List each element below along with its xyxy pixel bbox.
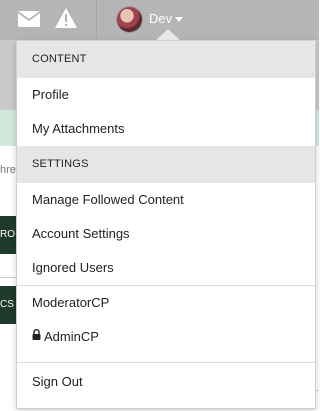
user-dropdown-menu: CONTENT Profile My Attachments SETTINGS … <box>16 40 316 409</box>
menu-item-account-settings[interactable]: Account Settings <box>17 217 315 251</box>
section-header-settings: SETTINGS <box>17 146 315 183</box>
envelope-icon[interactable] <box>17 11 41 32</box>
chevron-down-icon[interactable] <box>175 17 183 22</box>
menu-item-admincp[interactable]: AdminCP <box>17 320 315 354</box>
menu-item-moderatorcp[interactable]: ModeratorCP <box>17 286 315 320</box>
menu-item-profile[interactable]: Profile <box>17 78 315 112</box>
avatar[interactable] <box>117 7 142 32</box>
menu-item-manage-followed-content[interactable]: Manage Followed Content <box>17 183 315 217</box>
menu-item-sign-out[interactable]: Sign Out <box>17 365 315 399</box>
username[interactable]: Dev <box>149 11 172 26</box>
section-header-content: CONTENT <box>17 41 315 78</box>
topbar-divider <box>96 0 97 40</box>
warning-icon[interactable] <box>55 8 77 33</box>
menu-divider <box>17 362 315 363</box>
menu-item-label: AdminCP <box>44 329 99 344</box>
menu-item-ignored-users[interactable]: Ignored Users <box>17 251 315 285</box>
lock-icon <box>32 319 41 353</box>
dropdown-notch <box>156 29 180 40</box>
menu-item-my-attachments[interactable]: My Attachments <box>17 112 315 146</box>
